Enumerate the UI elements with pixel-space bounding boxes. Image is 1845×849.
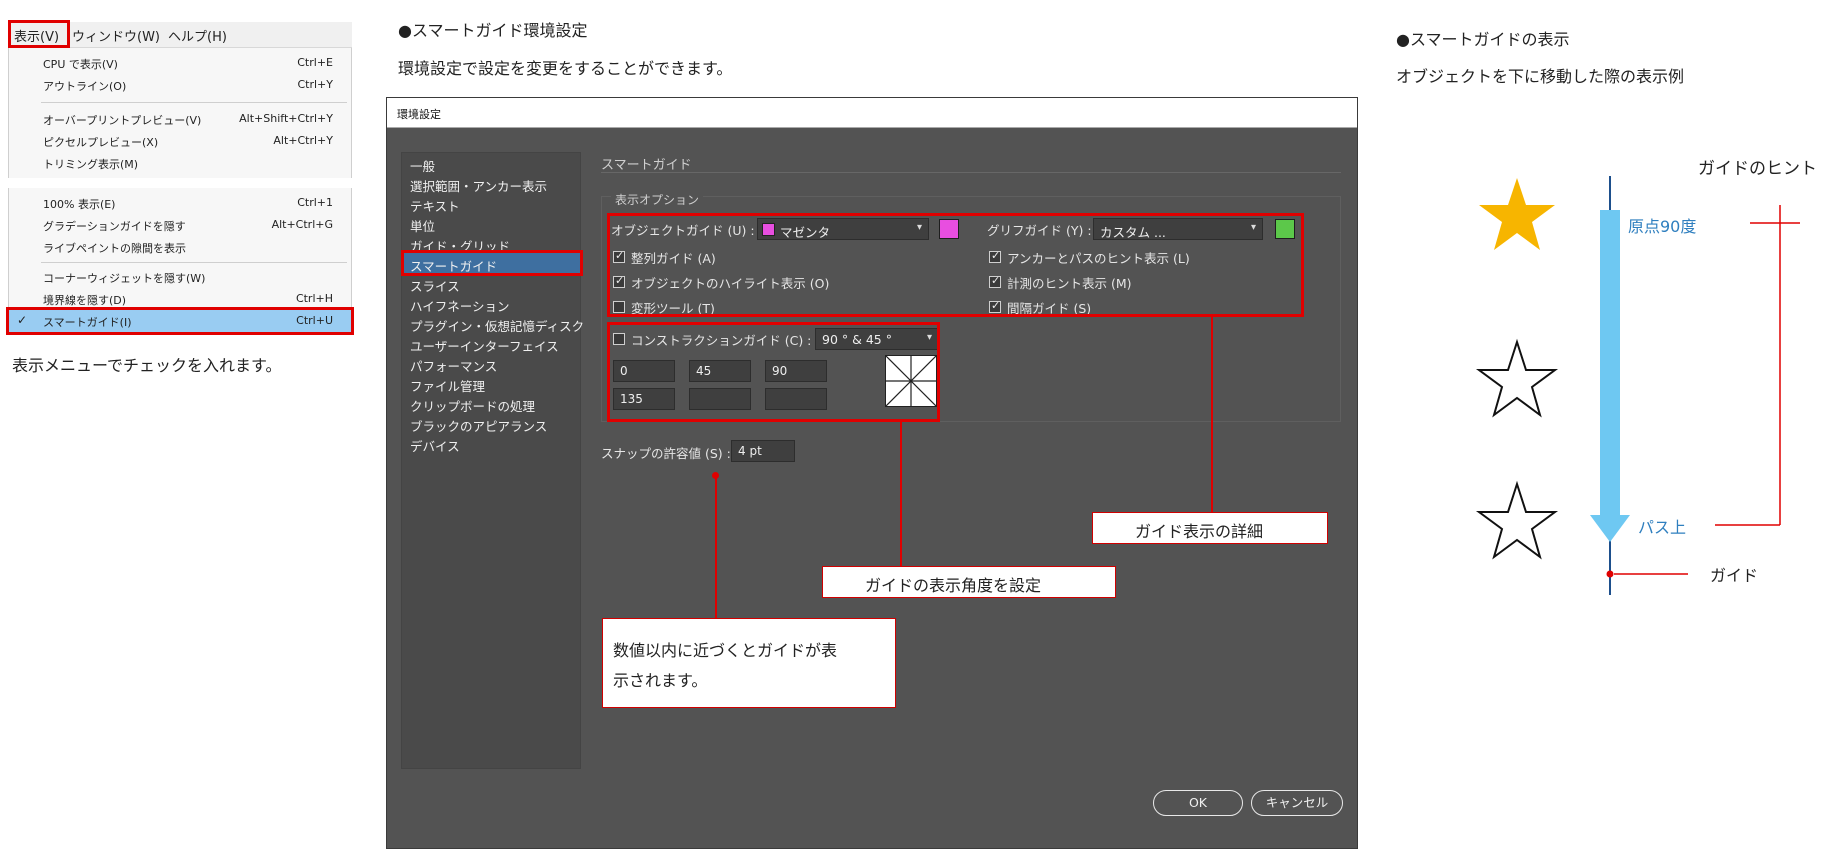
guide-snap-dot: [1606, 570, 1614, 578]
nav-item-hyphenation[interactable]: ハイフネーション: [410, 296, 510, 315]
star-outline: [1475, 338, 1559, 418]
nav-item-file-handling[interactable]: ファイル管理: [410, 376, 485, 395]
nav-item-plugins-scratch[interactable]: プラグイン・仮想記憶ディスク: [410, 316, 584, 335]
menu-item-actual-size[interactable]: 100% 表示(E) Ctrl+1: [9, 192, 353, 214]
move-arrow-head: [1590, 515, 1630, 542]
star-filled: [1479, 178, 1555, 250]
snap-tolerance-input[interactable]: 4 pt: [731, 440, 795, 462]
nav-item-general[interactable]: 一般: [410, 156, 435, 175]
highlight-view-menu: [8, 20, 70, 48]
highlight-construction-guides: [607, 322, 940, 422]
menu-item-overprint-preview[interactable]: オーバープリントプレビュー(V) Alt+Shift+Ctrl+Y: [9, 108, 353, 130]
highlight-nav-smart-guides: [401, 250, 583, 276]
menu-item-show-live-paint-gaps[interactable]: ライブペイントの隙間を表示: [9, 236, 353, 258]
menubar-help[interactable]: ヘルプ(H): [168, 26, 227, 45]
cancel-button[interactable]: キャンセル: [1251, 790, 1343, 816]
menubar-window[interactable]: ウィンドウ(W): [72, 26, 160, 45]
menu-item-pixel-preview[interactable]: ピクセルプレビュー(X) Alt+Ctrl+Y: [9, 130, 353, 152]
menu-item-trim-view[interactable]: トリミング表示(M): [9, 152, 353, 174]
nav-item-black-appearance[interactable]: ブラックのアピアランス: [410, 416, 547, 435]
smart-guide-example: ガイドのヒント 原点90度 パス上 ガイド: [1440, 150, 1845, 610]
menu-item-outline[interactable]: アウトライン(O) Ctrl+Y: [9, 74, 353, 96]
dialog-titlebar: 環境設定: [387, 98, 1357, 128]
nav-item-slices[interactable]: スライス: [410, 276, 460, 295]
nav-item-type[interactable]: テキスト: [410, 196, 460, 215]
leader-line-guide-detail: [1211, 315, 1213, 513]
callout-guide-angle: ガイドの表示角度を設定: [822, 566, 1116, 598]
star-outline: [1475, 480, 1559, 560]
menu-separator: [41, 102, 347, 103]
menu-item-hide-gradient-guide[interactable]: グラデーションガイドを隠す Alt+Ctrl+G: [9, 214, 353, 236]
dialog-title: 環境設定: [397, 108, 441, 121]
leader-line-guide-angle: [900, 421, 902, 567]
preferences-nav: 一般 選択範囲・アンカー表示 テキスト 単位 ガイド・グリッド スマートガイド …: [401, 152, 584, 769]
nav-item-performance[interactable]: パフォーマンス: [410, 356, 497, 375]
callout-guide-detail: ガイド表示の詳細: [1092, 512, 1328, 544]
menu-item-cpu-view[interactable]: CPU で表示(V) Ctrl+E: [9, 52, 353, 74]
move-arrow-shaft: [1600, 210, 1620, 515]
nav-item-clipboard[interactable]: クリップボードの処理: [410, 396, 535, 415]
nav-item-selection-anchor[interactable]: 選択範囲・アンカー表示: [410, 176, 547, 195]
label-on-path: パス上: [1638, 518, 1687, 537]
highlight-smart-guides-item: [6, 307, 354, 335]
label-guide-hint: ガイドのヒント: [1698, 159, 1817, 179]
preferences-heading: ●スマートガイド環境設定: [398, 21, 588, 40]
menu-separator: [41, 262, 347, 263]
ok-button[interactable]: OK: [1153, 790, 1243, 816]
nav-item-devices[interactable]: デバイス: [410, 436, 460, 455]
callout-snap-tolerance: 数値以内に近づくとガイドが表 示されます。: [602, 618, 896, 708]
section-divider: [601, 172, 1341, 173]
menu-caption: 表示メニューでチェックを入れます。: [12, 356, 282, 375]
label-origin-90: 原点90度: [1628, 217, 1697, 236]
example-subheading: オブジェクトを下に移動した際の表示例: [1396, 67, 1685, 86]
preferences-subheading: 環境設定で設定を変更をすることができます。: [398, 59, 733, 78]
view-menu-screenshot: 表示(V) ウィンドウ(W) ヘルプ(H) CPU で表示(V) Ctrl+E …: [6, 20, 354, 335]
nav-item-units[interactable]: 単位: [410, 216, 435, 235]
leader-line-snap: [715, 475, 717, 619]
menu-dropdown-top: CPU で表示(V) Ctrl+E アウトライン(O) Ctrl+Y オーバープ…: [8, 48, 352, 178]
label-guide: ガイド: [1710, 566, 1759, 585]
display-options-title: 表示オプション: [611, 191, 704, 208]
nav-item-user-interface[interactable]: ユーザーインターフェイス: [410, 336, 559, 355]
menu-item-hide-corner-widget[interactable]: コーナーウィジェットを隠す(W): [9, 266, 353, 288]
example-heading: ●スマートガイドの表示: [1396, 30, 1570, 49]
highlight-display-options: [607, 213, 1304, 317]
section-title: スマートガイド: [601, 158, 692, 173]
snap-tolerance-label: スナップの許容値 (S) :: [601, 446, 731, 461]
